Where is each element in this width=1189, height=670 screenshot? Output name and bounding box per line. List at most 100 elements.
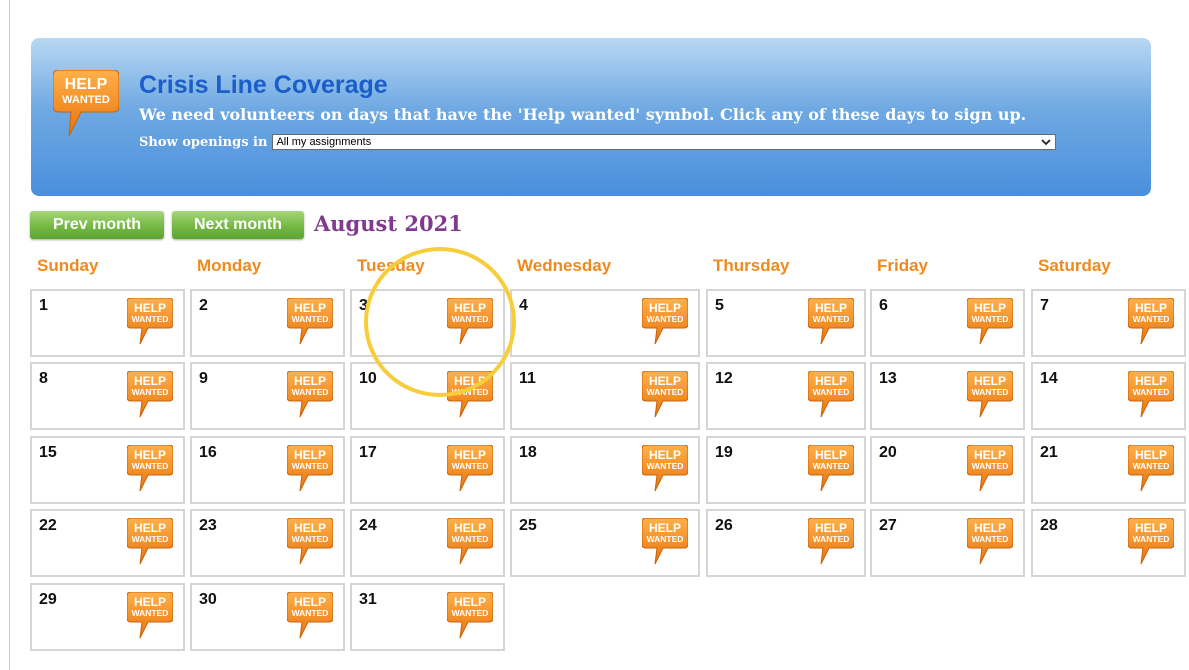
help-wanted-icon[interactable]: HELP WANTED bbox=[808, 371, 854, 419]
filter-label: Show openings in bbox=[139, 134, 268, 150]
help-badge-line2: WANTED bbox=[647, 387, 684, 397]
help-wanted-icon[interactable]: HELP WANTED bbox=[287, 518, 333, 566]
help-wanted-icon[interactable]: HELP WANTED bbox=[1128, 298, 1174, 346]
help-badge-line2: WANTED bbox=[132, 534, 169, 544]
help-badge-line1: HELP bbox=[294, 301, 326, 315]
help-wanted-icon[interactable]: HELP WANTED bbox=[447, 371, 493, 419]
help-wanted-icon[interactable]: HELP WANTED bbox=[447, 518, 493, 566]
calendar-day-cell[interactable]: 15 HELP WANTED bbox=[30, 436, 185, 504]
help-wanted-icon[interactable]: HELP WANTED bbox=[967, 298, 1013, 346]
calendar-day-cell[interactable]: 6 HELP WANTED bbox=[870, 289, 1025, 357]
help-wanted-icon[interactable]: HELP WANTED bbox=[1128, 518, 1174, 566]
coverage-banner: HELP WANTED Crisis Line Coverage We need… bbox=[31, 38, 1151, 196]
help-wanted-icon[interactable]: HELP WANTED bbox=[808, 518, 854, 566]
calendar-day-cell[interactable]: 4 HELP WANTED bbox=[510, 289, 700, 357]
help-wanted-icon[interactable]: HELP WANTED bbox=[447, 298, 493, 346]
day-number: 2 bbox=[199, 297, 208, 314]
calendar-day-cell[interactable]: 31 HELP WANTED bbox=[350, 583, 505, 651]
calendar-day-cell[interactable]: 24 HELP WANTED bbox=[350, 509, 505, 577]
help-badge-line2: WANTED bbox=[972, 461, 1009, 471]
month-title: August 2021 bbox=[314, 211, 463, 236]
help-wanted-icon[interactable]: HELP WANTED bbox=[287, 445, 333, 493]
calendar-day-cell[interactable]: 17 HELP WANTED bbox=[350, 436, 505, 504]
day-number: 8 bbox=[39, 370, 48, 387]
help-wanted-icon[interactable]: HELP WANTED bbox=[287, 371, 333, 419]
help-badge-line1: HELP bbox=[134, 374, 166, 388]
help-badge-line2: WANTED bbox=[647, 314, 684, 324]
help-wanted-icon[interactable]: HELP WANTED bbox=[1128, 445, 1174, 493]
assignments-select[interactable]: All my assignments bbox=[272, 134, 1057, 150]
help-wanted-icon[interactable]: HELP WANTED bbox=[127, 298, 173, 346]
day-number: 11 bbox=[519, 370, 536, 387]
help-wanted-icon[interactable]: HELP WANTED bbox=[287, 592, 333, 640]
help-wanted-icon[interactable]: HELP WANTED bbox=[127, 371, 173, 419]
help-wanted-icon[interactable]: HELP WANTED bbox=[967, 371, 1013, 419]
calendar-day-cell[interactable]: 5 HELP WANTED bbox=[706, 289, 866, 357]
help-wanted-icon[interactable]: HELP WANTED bbox=[967, 518, 1013, 566]
calendar-day-cell[interactable]: 11 HELP WANTED bbox=[510, 362, 700, 430]
help-wanted-icon[interactable]: HELP WANTED bbox=[808, 445, 854, 493]
day-number: 9 bbox=[199, 370, 208, 387]
calendar-day-cell[interactable]: 8 HELP WANTED bbox=[30, 362, 185, 430]
calendar-day-cell[interactable]: 30 HELP WANTED bbox=[190, 583, 345, 651]
help-badge-line1: HELP bbox=[649, 448, 681, 462]
day-number: 14 bbox=[1040, 370, 1058, 387]
calendar-day-cell[interactable]: 12 HELP WANTED bbox=[706, 362, 866, 430]
weekday-header: Wednesday bbox=[517, 256, 612, 275]
help-badge-line2: WANTED bbox=[647, 461, 684, 471]
help-wanted-icon[interactable]: HELP WANTED bbox=[447, 592, 493, 640]
help-badge-line1: HELP bbox=[454, 374, 486, 388]
help-wanted-icon[interactable]: HELP WANTED bbox=[642, 518, 688, 566]
help-wanted-icon[interactable]: HELP WANTED bbox=[1128, 371, 1174, 419]
calendar-day-cell[interactable]: 25 HELP WANTED bbox=[510, 509, 700, 577]
help-wanted-icon[interactable]: HELP WANTED bbox=[127, 592, 173, 640]
calendar-day-cell[interactable]: 26 HELP WANTED bbox=[706, 509, 866, 577]
help-badge-line2: WANTED bbox=[292, 314, 329, 324]
help-badge-line2: WANTED bbox=[813, 534, 850, 544]
day-number: 26 bbox=[715, 517, 733, 534]
calendar-day-cell[interactable]: 18 HELP WANTED bbox=[510, 436, 700, 504]
calendar-day-cell[interactable]: 16 HELP WANTED bbox=[190, 436, 345, 504]
calendar-day-cell[interactable]: 13 HELP WANTED bbox=[870, 362, 1025, 430]
calendar-day-cell[interactable]: 28 HELP WANTED bbox=[1031, 509, 1186, 577]
help-wanted-icon[interactable]: HELP WANTED bbox=[447, 445, 493, 493]
day-number: 29 bbox=[39, 591, 57, 608]
day-number: 15 bbox=[39, 444, 57, 461]
left-divider bbox=[9, 0, 10, 670]
next-month-button[interactable]: Next month bbox=[172, 211, 304, 239]
calendar-day-cell[interactable]: 19 HELP WANTED bbox=[706, 436, 866, 504]
help-badge-line1: HELP bbox=[1135, 301, 1167, 315]
day-number: 24 bbox=[359, 517, 377, 534]
calendar-day-cell[interactable]: 29 HELP WANTED bbox=[30, 583, 185, 651]
help-wanted-icon[interactable]: HELP WANTED bbox=[127, 445, 173, 493]
help-badge-line2: WANTED bbox=[132, 608, 169, 618]
help-badge-line1: HELP bbox=[1135, 521, 1167, 535]
calendar-day-cell[interactable]: 14 HELP WANTED bbox=[1031, 362, 1186, 430]
calendar-day-cell[interactable]: 22 HELP WANTED bbox=[30, 509, 185, 577]
day-number: 28 bbox=[1040, 517, 1058, 534]
help-wanted-icon[interactable]: HELP WANTED bbox=[287, 298, 333, 346]
day-number: 10 bbox=[359, 370, 377, 387]
help-wanted-icon[interactable]: HELP WANTED bbox=[642, 445, 688, 493]
calendar-day-cell[interactable]: 2 HELP WANTED bbox=[190, 289, 345, 357]
calendar-day-cell[interactable]: 9 HELP WANTED bbox=[190, 362, 345, 430]
calendar-day-cell[interactable]: 27 HELP WANTED bbox=[870, 509, 1025, 577]
day-number: 31 bbox=[359, 591, 377, 608]
calendar-day-cell[interactable]: 21 HELP WANTED bbox=[1031, 436, 1186, 504]
help-wanted-icon[interactable]: HELP WANTED bbox=[967, 445, 1013, 493]
calendar-day-cell[interactable]: 20 HELP WANTED bbox=[870, 436, 1025, 504]
calendar-day-cell[interactable]: 7 HELP WANTED bbox=[1031, 289, 1186, 357]
day-number: 4 bbox=[519, 297, 528, 314]
calendar-day-cell[interactable]: 3 HELP WANTED bbox=[350, 289, 505, 357]
day-number: 5 bbox=[715, 297, 724, 314]
help-wanted-icon[interactable]: HELP WANTED bbox=[127, 518, 173, 566]
help-wanted-icon[interactable]: HELP WANTED bbox=[642, 298, 688, 346]
day-number: 17 bbox=[359, 444, 377, 461]
help-badge-line1: HELP bbox=[815, 301, 847, 315]
help-wanted-icon[interactable]: HELP WANTED bbox=[808, 298, 854, 346]
calendar-day-cell[interactable]: 23 HELP WANTED bbox=[190, 509, 345, 577]
prev-month-button[interactable]: Prev month bbox=[30, 211, 164, 239]
calendar-day-cell[interactable]: 1 HELP WANTED bbox=[30, 289, 185, 357]
calendar-day-cell[interactable]: 10 HELP WANTED bbox=[350, 362, 505, 430]
help-wanted-icon[interactable]: HELP WANTED bbox=[642, 371, 688, 419]
